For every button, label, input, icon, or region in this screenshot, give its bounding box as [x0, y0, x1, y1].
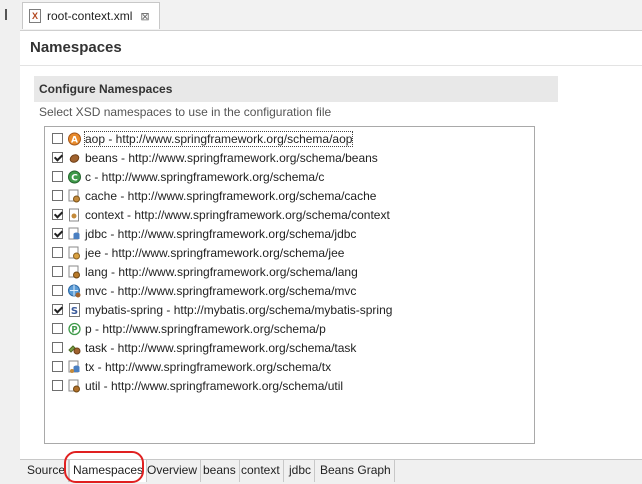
- namespace-checkbox[interactable]: [52, 190, 63, 201]
- namespace-row-mvc[interactable]: mvc - http://www.springframework.org/sch…: [52, 281, 356, 300]
- namespace-label: cache - http://www.springframework.org/s…: [85, 188, 377, 203]
- namespace-checkbox[interactable]: [52, 152, 63, 163]
- tab-beans-graph[interactable]: Beans Graph: [317, 460, 395, 482]
- jdbc-icon: [68, 227, 81, 241]
- namespace-row-tx[interactable]: tx - http://www.springframework.org/sche…: [52, 357, 331, 376]
- namespace-checkbox[interactable]: [52, 342, 63, 353]
- mvc-icon: [68, 284, 81, 298]
- task-icon: [68, 341, 81, 355]
- util-icon: [68, 379, 81, 393]
- panel-edge-mark: [5, 9, 7, 20]
- left-panel-edge: [0, 0, 21, 484]
- namespace-row-task[interactable]: task - http://www.springframework.org/sc…: [52, 338, 356, 357]
- jee-icon: [68, 246, 81, 260]
- namespace-checkbox[interactable]: [52, 304, 63, 315]
- svg-text:P: P: [71, 325, 77, 335]
- editor-tab-title: root-context.xml: [47, 9, 133, 23]
- namespace-label: aop - http://www.springframework.org/sch…: [83, 130, 354, 147]
- namespace-checkbox[interactable]: [52, 171, 63, 182]
- namespace-label: p - http://www.springframework.org/schem…: [85, 321, 326, 336]
- svg-text:A: A: [71, 135, 78, 145]
- namespace-checkbox[interactable]: [52, 228, 63, 239]
- tab-beans[interactable]: beans: [200, 460, 240, 482]
- namespace-label: tx - http://www.springframework.org/sche…: [85, 359, 332, 374]
- namespace-row-beans[interactable]: beans - http://www.springframework.org/s…: [52, 148, 378, 167]
- title-divider: [20, 65, 642, 66]
- namespace-checkbox[interactable]: [52, 323, 63, 334]
- namespace-label: mvc - http://www.springframework.org/sch…: [85, 283, 357, 298]
- namespace-label: jee - http://www.springframework.org/sch…: [85, 245, 345, 260]
- cache-icon: [68, 189, 81, 203]
- namespace-row-util[interactable]: util - http://www.springframework.org/sc…: [52, 376, 343, 395]
- bean-icon: [68, 151, 81, 165]
- namespace-checkbox[interactable]: [52, 266, 63, 277]
- page-title: Namespaces: [30, 39, 122, 56]
- namespace-checkbox[interactable]: [52, 380, 63, 391]
- namespace-checkbox[interactable]: [52, 209, 63, 220]
- namespace-label: task - http://www.springframework.org/sc…: [85, 340, 357, 355]
- namespace-list[interactable]: A aop - http://www.springframework.org/s…: [44, 126, 535, 444]
- namespace-row-aop[interactable]: A aop - http://www.springframework.org/s…: [52, 129, 354, 148]
- group-description: Select XSD namespaces to use in the conf…: [39, 105, 332, 119]
- editor-tab-bar: X root-context.xml ⊠: [20, 0, 642, 31]
- namespace-label: beans - http://www.springframework.org/s…: [85, 150, 378, 165]
- p-icon: P: [68, 322, 81, 336]
- namespace-checkbox[interactable]: [52, 247, 63, 258]
- close-icon[interactable]: ⊠: [140, 10, 149, 23]
- svg-text:S: S: [71, 306, 78, 317]
- namespace-row-mybatis-spring[interactable]: S mybatis-spring - http://mybatis.org/sc…: [52, 300, 392, 319]
- aop-icon: A: [68, 132, 81, 146]
- namespace-label: jdbc - http://www.springframework.org/sc…: [85, 226, 357, 241]
- tab-overview[interactable]: Overview: [144, 460, 202, 482]
- tx-icon: [68, 360, 81, 374]
- namespace-label: context - http://www.springframework.org…: [85, 207, 390, 222]
- namespace-checkbox[interactable]: [52, 361, 63, 372]
- namespace-row-jdbc[interactable]: jdbc - http://www.springframework.org/sc…: [52, 224, 356, 243]
- namespace-checkbox[interactable]: [52, 285, 63, 296]
- lang-icon: [68, 265, 81, 279]
- tab-namespaces[interactable]: Namespaces: [69, 460, 148, 482]
- namespace-row-c[interactable]: C c - http://www.springframework.org/sch…: [52, 167, 324, 186]
- namespace-row-context[interactable]: context - http://www.springframework.org…: [52, 205, 390, 224]
- editor-tab-root-context[interactable]: X root-context.xml ⊠: [22, 2, 160, 29]
- namespace-label: c - http://www.springframework.org/schem…: [85, 169, 325, 184]
- namespace-label: mybatis-spring - http://mybatis.org/sche…: [85, 302, 393, 317]
- namespace-row-p[interactable]: P p - http://www.springframework.org/sch…: [52, 319, 326, 338]
- mybatis-icon: S: [68, 302, 81, 317]
- svg-text:C: C: [71, 173, 78, 183]
- tab-jdbc[interactable]: jdbc: [286, 460, 316, 482]
- group-header: Configure Namespaces: [34, 76, 558, 102]
- tab-source[interactable]: Source: [24, 460, 70, 482]
- editor-page-tabs: Source Namespaces Overview beans context…: [20, 459, 642, 484]
- namespace-row-jee[interactable]: jee - http://www.springframework.org/sch…: [52, 243, 344, 262]
- xml-file-icon: X: [29, 9, 41, 23]
- namespace-label: util - http://www.springframework.org/sc…: [85, 378, 344, 393]
- namespace-label: lang - http://www.springframework.org/sc…: [85, 264, 358, 279]
- namespace-checkbox[interactable]: [52, 133, 63, 144]
- namespace-row-lang[interactable]: lang - http://www.springframework.org/sc…: [52, 262, 358, 281]
- namespace-row-cache[interactable]: cache - http://www.springframework.org/s…: [52, 186, 376, 205]
- context-icon: [68, 208, 81, 222]
- c-icon: C: [68, 170, 81, 184]
- tab-context[interactable]: context: [238, 460, 284, 482]
- namespaces-page: Namespaces Configure Namespaces Select X…: [20, 31, 642, 459]
